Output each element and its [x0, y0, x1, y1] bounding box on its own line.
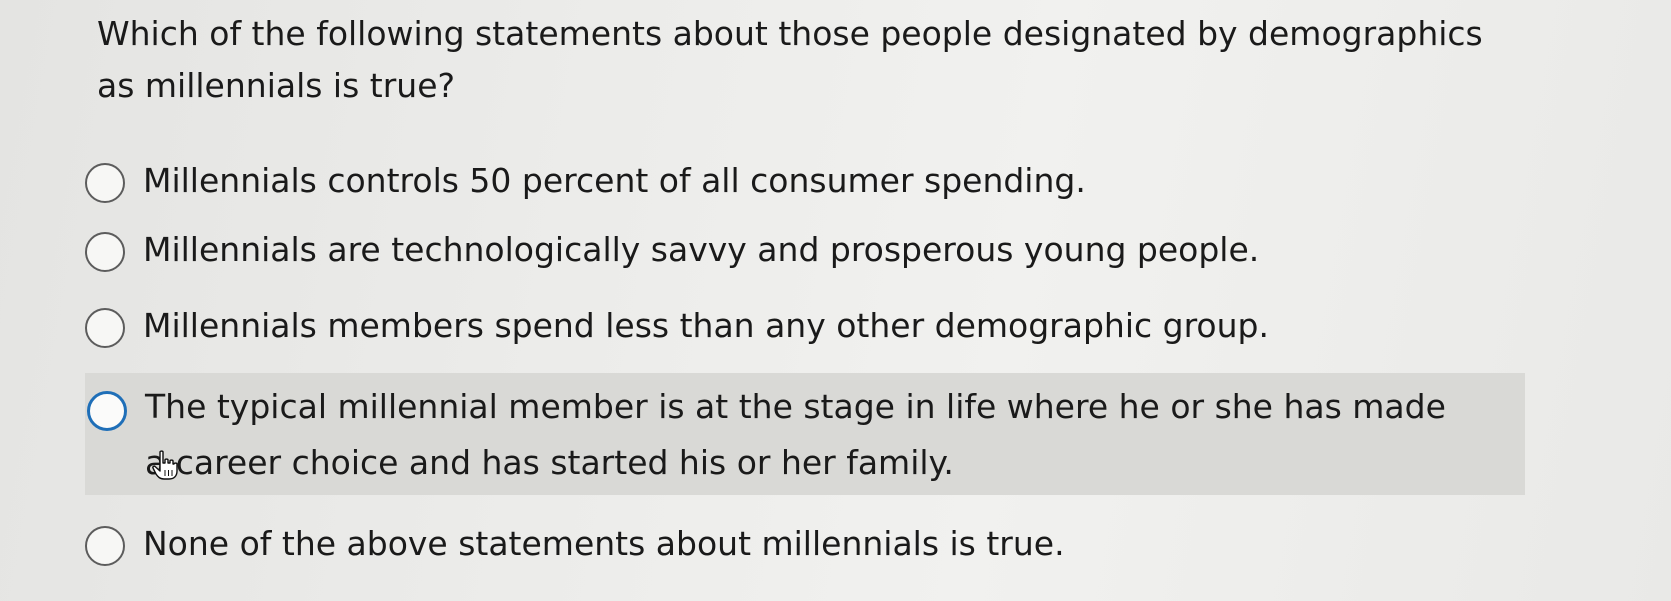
- option-3[interactable]: Millennials members spend less than any …: [85, 298, 1525, 354]
- radio-button-5[interactable]: [85, 526, 125, 566]
- option-5-label[interactable]: None of the above statements about mille…: [143, 516, 1473, 572]
- option-4-label[interactable]: The typical millennial member is at the …: [145, 379, 1475, 491]
- option-2[interactable]: Millennials are technologically savvy an…: [85, 222, 1525, 278]
- radio-button-3[interactable]: [85, 308, 125, 348]
- answer-options: Millennials controls 50 percent of all c…: [0, 0, 1671, 601]
- radio-button-2[interactable]: [85, 232, 125, 272]
- option-1[interactable]: Millennials controls 50 percent of all c…: [85, 153, 1525, 209]
- option-1-label[interactable]: Millennials controls 50 percent of all c…: [143, 153, 1473, 209]
- option-4[interactable]: The typical millennial member is at the …: [85, 373, 1525, 495]
- hand-pointer-icon: [152, 450, 178, 480]
- radio-button-1[interactable]: [85, 163, 125, 203]
- option-5[interactable]: None of the above statements about mille…: [85, 516, 1525, 572]
- radio-button-4[interactable]: [87, 391, 127, 431]
- option-3-label[interactable]: Millennials members spend less than any …: [143, 298, 1473, 354]
- option-2-label[interactable]: Millennials are technologically savvy an…: [143, 222, 1473, 278]
